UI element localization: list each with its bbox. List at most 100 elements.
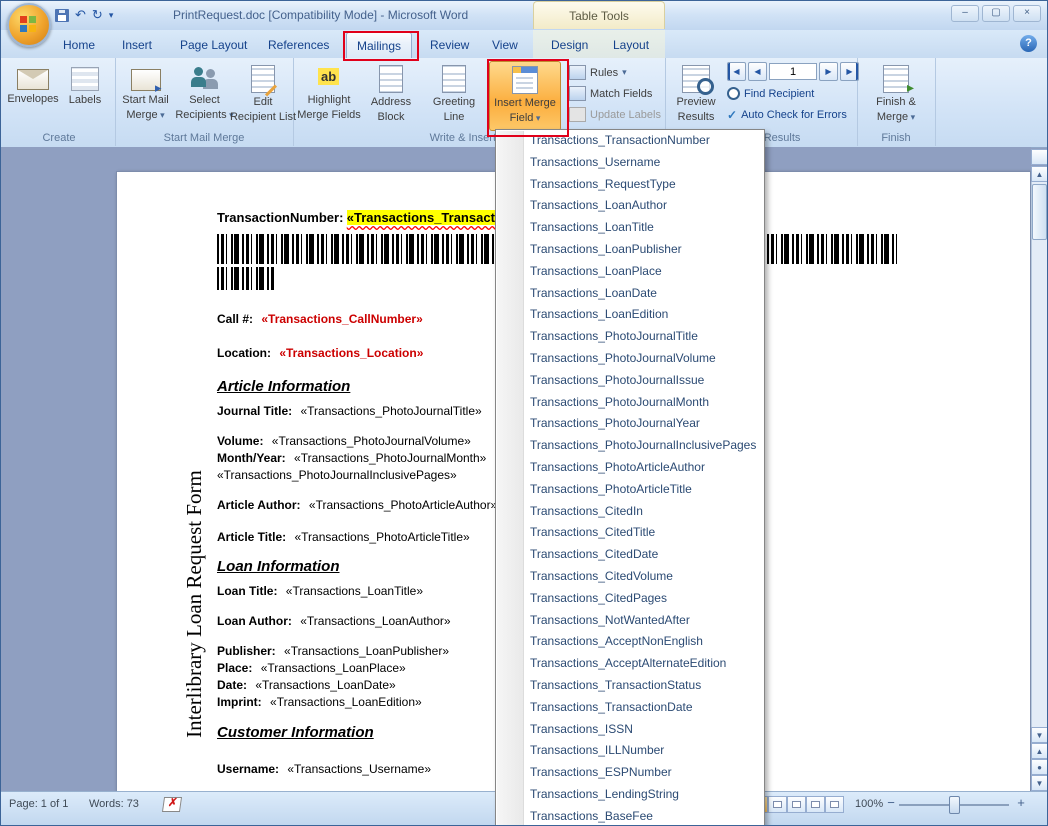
merge-field-menu-item[interactable]: Transactions_PhotoJournalYear — [496, 413, 764, 435]
maximize-button[interactable]: ▢ — [982, 5, 1010, 22]
finish-merge-button[interactable]: Finish & Merge — [867, 61, 925, 131]
merge-field-menu-item[interactable]: Transactions_NotWantedAfter — [496, 610, 764, 632]
envelopes-button[interactable]: Envelopes — [7, 61, 59, 131]
merge-field-menu-item[interactable]: Transactions_CitedTitle — [496, 522, 764, 544]
previous-record-button[interactable]: ◀ — [748, 62, 767, 81]
merge-field-menu-item[interactable]: Transactions_AcceptAlternateEdition — [496, 653, 764, 675]
merge-field-menu-item[interactable]: Transactions_LendingString — [496, 784, 764, 806]
qat-customize-icon[interactable]: ▾ — [109, 7, 114, 23]
call-number-line: Call #: «Transactions_CallNumber» — [217, 312, 423, 326]
finish-merge-label2: Merge — [877, 111, 915, 123]
merge-field-menu-item[interactable]: Transactions_LoanPublisher — [496, 239, 764, 261]
merge-field-menu-item[interactable]: Transactions_PhotoArticleAuthor — [496, 457, 764, 479]
merge-field-menu-item[interactable]: Transactions_CitedPages — [496, 588, 764, 610]
loan-title-label: Loan Title: — [217, 584, 277, 598]
draft-view-button[interactable] — [825, 796, 844, 813]
tab-home[interactable]: Home — [53, 34, 105, 57]
update-labels-button[interactable]: Update Labels — [569, 106, 661, 123]
scroll-down-button[interactable]: ▼ — [1031, 727, 1048, 743]
next-page-button[interactable]: ▼ — [1031, 775, 1048, 791]
merge-field-menu-item[interactable]: Transactions_RequestType — [496, 174, 764, 196]
merge-field-menu-item[interactable]: Transactions_LoanAuthor — [496, 195, 764, 217]
merge-field-menu-item[interactable]: Transactions_PhotoJournalMonth — [496, 392, 764, 414]
save-icon[interactable] — [55, 9, 69, 22]
merge-field-menu-item[interactable]: Transactions_LoanPlace — [496, 261, 764, 283]
tab-design[interactable]: Design — [541, 34, 598, 57]
merge-field-menu-item[interactable]: Transactions_ILLNumber — [496, 740, 764, 762]
merge-field-menu-item[interactable]: Transactions_ISSN — [496, 719, 764, 741]
find-recipient-button[interactable]: Find Recipient — [727, 85, 814, 102]
address-block-button[interactable]: Address Block — [361, 61, 421, 131]
loan-title-line: Loan Title: «Transactions_LoanTitle» — [217, 584, 423, 598]
greeting-line-button[interactable]: Greeting Line — [423, 61, 485, 131]
scroll-up-button[interactable]: ▲ — [1031, 166, 1048, 182]
merge-field-menu-item[interactable]: Transactions_AcceptNonEnglish — [496, 631, 764, 653]
ruler-toggle-button[interactable] — [1031, 149, 1048, 165]
merge-field-menu-item[interactable]: Transactions_LoanDate — [496, 283, 764, 305]
select-recipients-button[interactable]: Select Recipients — [176, 61, 233, 131]
imprint-label: Imprint: — [217, 695, 262, 709]
date-line: Date: «Transactions_LoanDate» — [217, 678, 396, 692]
auto-check-errors-button[interactable]: ✓ Auto Check for Errors — [727, 106, 847, 123]
zoom-level[interactable]: 100% — [855, 798, 883, 810]
date-field: «Transactions_LoanDate» — [255, 678, 395, 692]
tab-review[interactable]: Review — [420, 34, 479, 57]
publisher-label: Publisher: — [217, 644, 276, 658]
merge-field-menu-item[interactable]: Transactions_PhotoJournalIssue — [496, 370, 764, 392]
merge-field-menu-item[interactable]: Transactions_LoanEdition — [496, 304, 764, 326]
zoom-in-button[interactable]: + — [1013, 795, 1029, 810]
merge-field-menu-item[interactable]: Transactions_TransactionStatus — [496, 675, 764, 697]
merge-field-menu-item[interactable]: Transactions_CitedIn — [496, 501, 764, 523]
record-number-input[interactable] — [769, 63, 817, 80]
minimize-button[interactable]: – — [951, 5, 979, 22]
vertical-scrollbar-thumb[interactable] — [1032, 184, 1047, 240]
office-button[interactable] — [7, 3, 51, 47]
previous-page-button[interactable]: ▲ — [1031, 743, 1048, 759]
merge-field-menu-item[interactable]: Transactions_ESPNumber — [496, 762, 764, 784]
first-record-button[interactable]: ◀ — [727, 62, 746, 81]
labels-button[interactable]: Labels — [61, 61, 109, 131]
edit-recipient-list-button[interactable]: Edit Recipient List — [235, 61, 291, 131]
rules-button[interactable]: Rules — [569, 64, 627, 81]
tab-page-layout[interactable]: Page Layout — [170, 34, 257, 57]
word-count-status[interactable]: Words: 73 — [89, 798, 139, 810]
merge-field-menu-item[interactable]: Transactions_Username — [496, 152, 764, 174]
web-layout-view-button[interactable] — [787, 796, 806, 813]
tab-view[interactable]: View — [482, 34, 528, 57]
match-fields-button[interactable]: Match Fields — [569, 85, 652, 102]
next-record-button[interactable]: ▶ — [819, 62, 838, 81]
merge-field-menu-item[interactable]: Transactions_PhotoJournalInclusivePages — [496, 435, 764, 457]
page-count-status[interactable]: Page: 1 of 1 — [9, 798, 68, 810]
tab-mailings[interactable]: Mailings — [346, 32, 412, 58]
merge-field-menu-item[interactable]: Transactions_TransactionNumber — [496, 130, 764, 152]
proofing-errors-icon[interactable]: ✗ — [162, 797, 182, 812]
start-mail-merge-button[interactable]: Start Mail Merge — [117, 61, 174, 131]
close-button[interactable]: × — [1013, 5, 1041, 22]
select-browse-object-button[interactable]: ● — [1031, 759, 1048, 775]
zoom-out-button[interactable]: − — [883, 795, 899, 810]
merge-field-menu-item[interactable]: Transactions_TransactionDate — [496, 697, 764, 719]
help-icon[interactable]: ? — [1020, 35, 1037, 52]
fullscreen-view-button[interactable] — [768, 796, 787, 813]
inclusive-pages-field: «Transactions_PhotoJournalInclusivePages… — [217, 468, 457, 482]
merge-field-menu-item[interactable]: Transactions_BaseFee — [496, 806, 764, 826]
merge-field-menu-item[interactable]: Transactions_PhotoJournalTitle — [496, 326, 764, 348]
undo-icon[interactable]: ↶ — [75, 7, 86, 23]
merge-field-menu-item[interactable]: Transactions_PhotoArticleTitle — [496, 479, 764, 501]
redo-icon[interactable]: ↻ — [92, 7, 103, 23]
article-information-heading: Article Information — [217, 378, 350, 395]
insert-merge-field-button[interactable]: Insert Merge Field — [489, 61, 561, 131]
tab-layout[interactable]: Layout — [603, 34, 659, 57]
highlight-merge-fields-button[interactable]: Highlight Merge Fields — [299, 61, 359, 131]
preview-results-icon — [682, 65, 710, 93]
merge-field-menu-item[interactable]: Transactions_CitedDate — [496, 544, 764, 566]
merge-field-menu-item[interactable]: Transactions_CitedVolume — [496, 566, 764, 588]
preview-results-button[interactable]: Preview Results — [669, 61, 723, 131]
zoom-slider-thumb[interactable] — [949, 796, 960, 814]
vertical-scrollbar-track[interactable] — [1031, 182, 1048, 727]
merge-field-menu-item[interactable]: Transactions_LoanTitle — [496, 217, 764, 239]
merge-field-menu-item[interactable]: Transactions_PhotoJournalVolume — [496, 348, 764, 370]
outline-view-button[interactable] — [806, 796, 825, 813]
tab-insert[interactable]: Insert — [112, 34, 162, 57]
tab-references[interactable]: References — [258, 34, 339, 57]
